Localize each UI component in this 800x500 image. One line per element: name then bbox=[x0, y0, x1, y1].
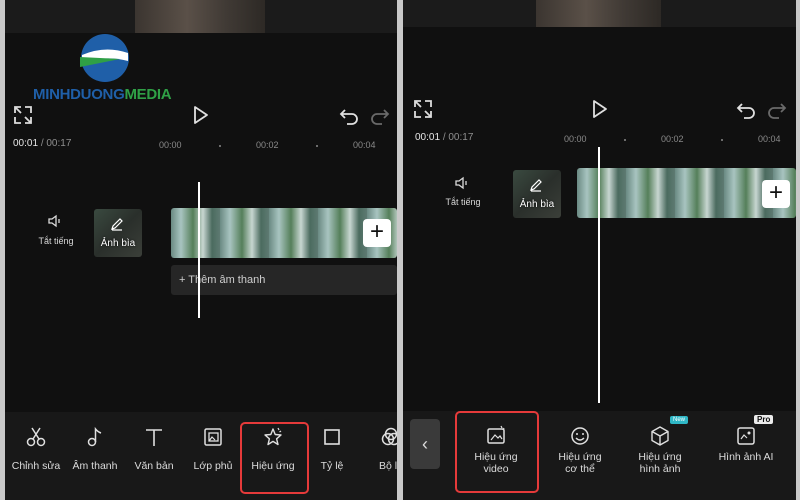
mute-label: Tắt tiếng bbox=[38, 236, 74, 246]
time-separator: / bbox=[442, 132, 446, 143]
watermark-logo-icon bbox=[80, 34, 129, 82]
cover-label: Ảnh bìa bbox=[100, 238, 136, 249]
ruler-tick: 00:02 bbox=[256, 140, 279, 150]
mute-button[interactable]: Tắt tiếng bbox=[438, 176, 488, 207]
ruler-dot bbox=[721, 139, 723, 141]
add-clip-button[interactable]: + bbox=[762, 180, 790, 208]
tool-label: Lớp phủ bbox=[193, 460, 233, 472]
ruler-dot bbox=[219, 145, 221, 147]
tool-body-effects[interactable]: Hiệu ứng cơ thể bbox=[548, 411, 612, 499]
ruler-tick: 00:04 bbox=[353, 140, 376, 150]
tool-label-line1: Hiệu ứng bbox=[558, 451, 602, 463]
tool-label: Bộ lọ bbox=[379, 460, 397, 472]
tool-image-effects[interactable]: New Hiệu ứng hình ảnh bbox=[628, 411, 692, 499]
text-icon bbox=[146, 429, 162, 446]
ratio-square-icon bbox=[324, 429, 340, 445]
back-button[interactable]: ‹ bbox=[410, 419, 440, 469]
tool-audio[interactable]: Âm thanh bbox=[65, 412, 125, 500]
cover-thumbnail[interactable]: Ảnh bìa bbox=[94, 209, 142, 257]
ruler-tick: 00:02 bbox=[661, 134, 684, 144]
tool-label: Hình ảnh AI bbox=[711, 451, 781, 463]
body-effect-icon bbox=[571, 427, 589, 445]
overlay-icon bbox=[204, 428, 222, 446]
undo-icon[interactable] bbox=[338, 104, 360, 126]
total-time: 00:17 bbox=[46, 138, 72, 149]
ruler-tick: 00:00 bbox=[564, 134, 587, 144]
add-clip-button[interactable]: + bbox=[363, 219, 391, 247]
playhead[interactable] bbox=[198, 182, 200, 318]
tool-ratio[interactable]: Tỷ lệ bbox=[302, 412, 362, 500]
tool-label-line2: hình ảnh bbox=[639, 463, 681, 475]
music-note-icon bbox=[87, 426, 102, 447]
total-time: 00:17 bbox=[448, 132, 474, 143]
highlight-box-effects bbox=[240, 422, 309, 494]
tool-filter[interactable]: Bộ lọ bbox=[361, 412, 397, 500]
tool-overlay[interactable]: Lớp phủ bbox=[183, 412, 243, 500]
ruler-tick: 00:04 bbox=[758, 134, 781, 144]
time-separator: / bbox=[40, 138, 44, 149]
cover-thumbnail[interactable]: Ảnh bìa bbox=[513, 170, 561, 218]
filter-icon bbox=[381, 427, 397, 446]
redo-icon[interactable] bbox=[766, 98, 788, 120]
redo-icon[interactable] bbox=[369, 104, 391, 126]
speaker-icon bbox=[455, 176, 467, 190]
tool-label: Hiệu ứng cơ thể bbox=[548, 451, 612, 475]
ai-image-icon bbox=[737, 427, 755, 445]
current-time: 00:01 bbox=[415, 132, 441, 143]
undo-icon[interactable] bbox=[735, 98, 757, 120]
new-badge: New bbox=[670, 416, 689, 424]
tool-label: Tỷ lệ bbox=[320, 460, 344, 472]
play-icon[interactable] bbox=[189, 104, 211, 126]
scissors-icon bbox=[26, 427, 46, 447]
time-display: 00:01 / 00:17 bbox=[415, 132, 473, 143]
tool-label-line1: Hình ảnh AI bbox=[718, 451, 774, 463]
tool-text[interactable]: Văn bản bbox=[124, 412, 184, 500]
fullscreen-icon[interactable] bbox=[12, 104, 34, 126]
speaker-icon bbox=[48, 214, 60, 228]
tool-label: Âm thanh bbox=[72, 460, 118, 472]
playhead[interactable] bbox=[598, 147, 600, 403]
tool-label-line1: Hiệu ứng bbox=[638, 451, 682, 463]
tool-label-line2: cơ thể bbox=[565, 463, 595, 475]
image-effect-icon bbox=[651, 426, 669, 446]
edit-pencil-icon bbox=[111, 218, 123, 231]
bottom-toolbar: Chỉnh sửa Âm thanh Văn bản Lớp phủ Hiệu … bbox=[5, 412, 397, 500]
watermark-text: MINHDUONGMEDIA bbox=[33, 86, 172, 103]
left-editor-panel: MINHDUONGMEDIA 00:01 / 00:17 00:00 00:02… bbox=[5, 0, 397, 500]
mute-button[interactable]: Tắt tiếng bbox=[31, 214, 81, 246]
tool-ai-image[interactable]: Pro Hình ảnh AI bbox=[711, 411, 781, 499]
tool-label: Văn bản bbox=[134, 460, 174, 472]
ruler-dot bbox=[316, 145, 318, 147]
tool-label: Chỉnh sửa bbox=[11, 460, 61, 472]
highlight-box-video-effects bbox=[455, 411, 539, 493]
edit-pencil-icon bbox=[530, 179, 542, 192]
video-preview bbox=[5, 0, 397, 33]
tool-edit[interactable]: Chỉnh sửa bbox=[6, 412, 66, 500]
add-audio-button[interactable]: + Thêm âm thanh bbox=[171, 265, 397, 295]
play-icon[interactable] bbox=[588, 98, 610, 120]
cover-label: Ảnh bìa bbox=[519, 199, 555, 210]
ruler-tick: 00:00 bbox=[159, 140, 182, 150]
mute-label: Tắt tiếng bbox=[445, 197, 481, 207]
time-display: 00:01 / 00:17 bbox=[13, 138, 71, 149]
pro-badge: Pro bbox=[754, 415, 774, 424]
tool-label: Hiệu ứng hình ảnh bbox=[628, 451, 692, 475]
right-editor-panel: 00:01 / 00:17 00:00 00:02 00:04 Tắt tiến… bbox=[403, 0, 796, 500]
current-time: 00:01 bbox=[13, 138, 39, 149]
fullscreen-icon[interactable] bbox=[412, 98, 434, 120]
video-preview bbox=[403, 0, 796, 27]
ruler-dot bbox=[624, 139, 626, 141]
